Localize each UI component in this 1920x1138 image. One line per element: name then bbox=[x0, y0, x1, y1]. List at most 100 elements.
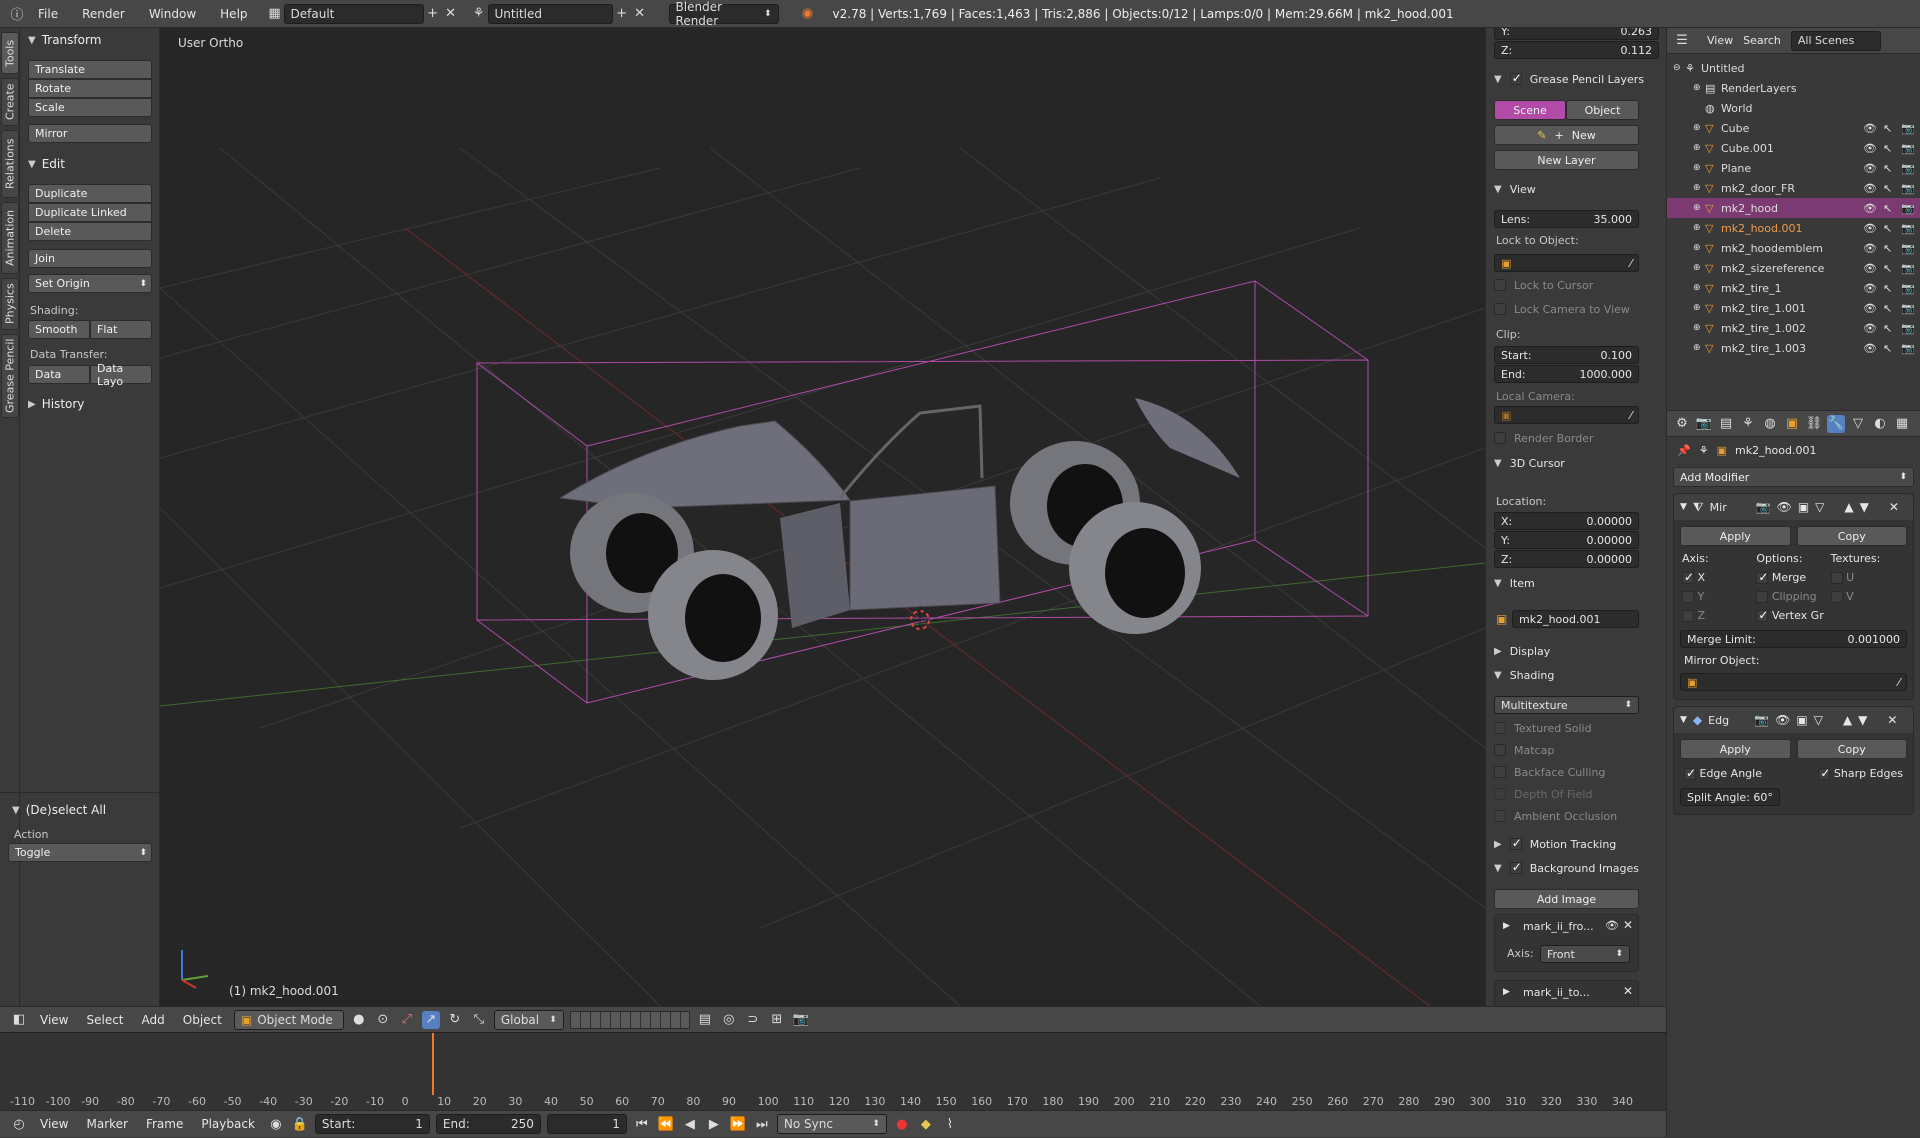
duplicate-button[interactable]: Duplicate bbox=[28, 184, 152, 203]
expand-arrow-icon[interactable]: ▶ bbox=[1503, 921, 1510, 931]
collapse-triangle-icon[interactable]: ▼ bbox=[1680, 715, 1687, 725]
menu-file[interactable]: File bbox=[26, 0, 70, 28]
scene-icon[interactable]: ⚘ bbox=[470, 5, 488, 23]
properties-editor-icon[interactable]: ⚙ bbox=[1673, 415, 1691, 433]
axis-x-checkbox[interactable] bbox=[1682, 570, 1694, 584]
location-y-field[interactable]: Y: 0.263 bbox=[1494, 28, 1659, 40]
viewport-toggle-icon[interactable]: 👁 bbox=[1775, 713, 1790, 727]
apply-button[interactable]: Apply bbox=[1680, 526, 1791, 546]
scene-tab-icon[interactable]: ⚘ bbox=[1739, 415, 1757, 433]
collapse-triangle-icon[interactable]: ▼ bbox=[1680, 502, 1687, 512]
collapse-icon[interactable]: ⊖ bbox=[1673, 63, 1685, 73]
backface-culling-option[interactable]: Backface Culling bbox=[1486, 761, 1613, 783]
expand-icon[interactable]: ⊕ bbox=[1693, 343, 1705, 353]
new-grease-pencil-button[interactable]: ✎ + New bbox=[1494, 125, 1639, 145]
item-panel-header[interactable]: ▼ Item bbox=[1486, 572, 1543, 594]
viewport-shading-icon[interactable]: ● bbox=[350, 1011, 368, 1029]
duplicate-linked-button[interactable]: Duplicate Linked bbox=[28, 203, 152, 222]
render-border-checkbox[interactable] bbox=[1494, 432, 1506, 444]
item-name-field[interactable]: mk2_hood.001 bbox=[1512, 610, 1639, 628]
axis-y-checkbox[interactable] bbox=[1682, 591, 1694, 603]
shading-mode-select[interactable]: Multitexture ⬍ bbox=[1494, 696, 1639, 714]
mode-select[interactable]: ▣ Object Mode bbox=[233, 1009, 344, 1030]
close-icon[interactable]: ✕ bbox=[1887, 713, 1897, 727]
proportional-edit-icon[interactable]: ◎ bbox=[720, 1011, 738, 1029]
renderable-camera-icon[interactable]: 📷 bbox=[1901, 122, 1915, 135]
merge-limit-field[interactable]: Merge Limit: 0.001000 bbox=[1680, 630, 1907, 648]
render-toggle-icon[interactable]: 📷 bbox=[1756, 500, 1771, 514]
expand-icon[interactable]: ⊕ bbox=[1693, 223, 1705, 233]
apply-button[interactable]: Apply bbox=[1680, 739, 1791, 759]
keying-set-icon[interactable]: ◆ bbox=[917, 1115, 935, 1133]
visibility-eye-icon[interactable]: 👁 bbox=[1863, 342, 1877, 355]
move-up-icon[interactable]: ▲ bbox=[1844, 500, 1853, 514]
sharp-edges-option[interactable]: Sharp Edges bbox=[1818, 766, 1903, 780]
add-scene-icon[interactable]: + bbox=[613, 5, 631, 23]
add-layout-icon[interactable]: + bbox=[424, 5, 442, 23]
data-transfer-button[interactable]: Data bbox=[28, 365, 90, 384]
matcap-checkbox[interactable] bbox=[1494, 744, 1506, 756]
grease-pencil-layers-header[interactable]: ▼Grease Pencil Layers bbox=[1486, 68, 1652, 90]
selectable-arrow-icon[interactable]: ↖ bbox=[1883, 242, 1892, 255]
renderable-camera-icon[interactable]: 📷 bbox=[1901, 302, 1915, 315]
translate-button[interactable]: Translate bbox=[28, 60, 152, 79]
renderable-camera-icon[interactable]: 📷 bbox=[1901, 242, 1915, 255]
expand-icon[interactable]: ⊕ bbox=[1693, 183, 1705, 193]
renderable-camera-icon[interactable]: 📷 bbox=[1901, 322, 1915, 335]
jump-end-icon[interactable]: ⏭ bbox=[753, 1115, 771, 1133]
outliner-object-row[interactable]: ⊕ ▽ Cube 👁 ↖ 📷 bbox=[1667, 118, 1920, 138]
render-layer-icon[interactable]: ▤ bbox=[696, 1011, 714, 1029]
mirror-button[interactable]: Mirror bbox=[28, 124, 152, 143]
expand-icon[interactable]: ⊕ bbox=[1693, 323, 1705, 333]
3d-viewport[interactable]: User Ortho (1) mk2_hood.001 bbox=[160, 28, 1485, 1006]
object-tab-icon[interactable]: ▣ bbox=[1783, 415, 1801, 433]
render-tab-icon[interactable]: 📷 bbox=[1695, 415, 1713, 433]
expand-icon[interactable]: ⊕ bbox=[1693, 83, 1705, 93]
action-select[interactable]: Toggle ⬍ bbox=[8, 843, 152, 862]
dof-checkbox[interactable] bbox=[1494, 788, 1506, 800]
outliner-object-row[interactable]: ⊕ ▽ Cube.001 👁 ↖ 📷 bbox=[1667, 138, 1920, 158]
data-tab-icon[interactable]: ▽ bbox=[1849, 415, 1867, 433]
clip-start-field[interactable]: Start: 0.100 bbox=[1494, 346, 1639, 364]
clipping-option[interactable]: Clipping bbox=[1756, 590, 1830, 603]
menu-view[interactable]: View bbox=[34, 1006, 74, 1034]
deselect-all-panel-header[interactable]: ▼ (De)select All bbox=[4, 800, 160, 820]
visibility-eye-icon[interactable]: 👁 bbox=[1863, 122, 1877, 135]
selectable-arrow-icon[interactable]: ↖ bbox=[1883, 182, 1892, 195]
transform-panel-header[interactable]: ▼ Transform bbox=[20, 30, 160, 50]
scale-manipulator-icon[interactable]: ⤡ bbox=[470, 1011, 488, 1029]
sharp-edges-checkbox[interactable] bbox=[1818, 766, 1830, 780]
layers-tab-icon[interactable]: ▤ bbox=[1717, 415, 1735, 433]
expand-icon[interactable]: ⊕ bbox=[1693, 143, 1705, 153]
scene-toggle-button[interactable]: Scene bbox=[1494, 100, 1566, 120]
eyedropper-icon[interactable]: ⁄ bbox=[1898, 676, 1900, 689]
selectable-arrow-icon[interactable]: ↖ bbox=[1883, 322, 1892, 335]
transform-orientation-select[interactable]: Global ⬍ bbox=[493, 1009, 564, 1030]
outliner-object-row[interactable]: ⊕ ▽ mk2_tire_1.003 👁 ↖ 📷 bbox=[1667, 338, 1920, 358]
textured-solid-option[interactable]: Textured Solid bbox=[1486, 717, 1600, 739]
textured-solid-checkbox[interactable] bbox=[1494, 722, 1506, 734]
move-down-icon[interactable]: ▼ bbox=[1860, 500, 1869, 514]
manipulator-icon[interactable]: ⤢ bbox=[398, 1011, 416, 1029]
vertex-group-checkbox[interactable] bbox=[1756, 608, 1768, 622]
render-toggle-icon[interactable]: 📷 bbox=[1754, 713, 1769, 727]
sync-mode-select[interactable]: No Sync ⬍ bbox=[776, 1114, 887, 1134]
menu-marker[interactable]: Marker bbox=[80, 1110, 133, 1138]
pivot-point-icon[interactable]: ⊙ bbox=[374, 1011, 392, 1029]
outliner-editor-icon[interactable]: ☰ bbox=[1673, 32, 1691, 50]
texture-tab-icon[interactable]: ▦ bbox=[1893, 415, 1911, 433]
visibility-eye-icon[interactable]: 👁 bbox=[1863, 142, 1877, 155]
mirror-object-field[interactable]: ▣ ⁄ bbox=[1680, 673, 1907, 691]
lock-camera-option[interactable]: Lock Camera to View bbox=[1486, 298, 1638, 320]
visibility-eye-icon[interactable]: 👁 bbox=[1863, 202, 1877, 215]
menu-view[interactable]: View bbox=[34, 1110, 74, 1138]
outliner-object-row[interactable]: ⊕ ▽ mk2_hood 👁 ↖ 📷 bbox=[1667, 198, 1920, 218]
tab-animation[interactable]: Animation bbox=[1, 202, 19, 274]
menu-render[interactable]: Render bbox=[70, 0, 137, 28]
jump-start-icon[interactable]: ⏮ bbox=[633, 1115, 651, 1133]
axis-z-option[interactable]: Z bbox=[1682, 609, 1756, 622]
add-modifier-select[interactable]: Add Modifier ⬍ bbox=[1673, 467, 1914, 487]
set-origin-select[interactable]: Set Origin ⬍ bbox=[28, 274, 152, 293]
modifiers-tab-icon[interactable]: 🔧 bbox=[1827, 414, 1845, 433]
eyedropper-icon[interactable]: ⁄ bbox=[1630, 257, 1632, 270]
